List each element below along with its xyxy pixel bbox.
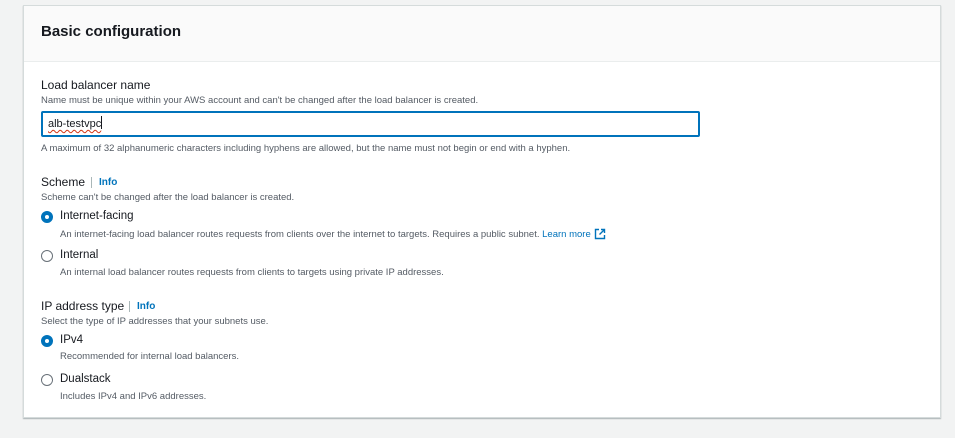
scheme-info-link[interactable]: Info: [91, 177, 117, 188]
ip-ipv4-radio[interactable]: [41, 335, 53, 347]
scheme-internet-facing-description-text: An internet-facing load balancer routes …: [60, 229, 540, 240]
ip-dualstack-label[interactable]: Dualstack: [60, 373, 111, 385]
ip-ipv4-description: Recommended for internal load balancers.: [60, 351, 240, 362]
scheme-internal-radio[interactable]: [41, 250, 53, 262]
scheme-internet-facing-label[interactable]: Internet-facing: [60, 210, 134, 222]
ip-address-type-info-link[interactable]: Info: [129, 301, 155, 312]
load-balancer-name-input[interactable]: alb-testvpc: [41, 111, 700, 137]
scheme-internet-facing-description: An internet-facing load balancer routes …: [60, 228, 606, 240]
scheme-internal-label[interactable]: Internal: [60, 249, 98, 261]
ip-dualstack-radio[interactable]: [41, 374, 53, 386]
load-balancer-name-value: alb-testvpc: [48, 118, 102, 130]
external-link-icon: [594, 228, 605, 240]
learn-more-label: Learn more: [542, 229, 591, 240]
scheme-label: Scheme: [41, 175, 86, 189]
panel-header: Basic configuration: [24, 6, 940, 62]
learn-more-link[interactable]: Learn more: [542, 228, 606, 240]
ip-ipv4-label[interactable]: IPv4: [60, 334, 83, 346]
scheme-internet-facing-radio[interactable]: [41, 211, 53, 223]
load-balancer-name-label: Load balancer name: [41, 78, 151, 92]
panel-title: Basic configuration: [41, 23, 182, 40]
ip-dualstack-description: Includes IPv4 and IPv6 addresses.: [60, 391, 207, 402]
scheme-description: Scheme can't be changed after the load b…: [41, 192, 295, 203]
load-balancer-name-description: Name must be unique within your AWS acco…: [41, 95, 479, 106]
basic-configuration-panel: Basic configuration Load balancer name N…: [23, 5, 941, 418]
ip-address-type-label: IP address type: [41, 299, 125, 313]
ip-address-type-description: Select the type of IP addresses that you…: [41, 316, 269, 327]
text-cursor: [101, 116, 103, 129]
load-balancer-name-constraint: A maximum of 32 alphanumeric characters …: [41, 143, 571, 154]
scheme-internal-description: An internal load balancer routes request…: [60, 267, 444, 278]
